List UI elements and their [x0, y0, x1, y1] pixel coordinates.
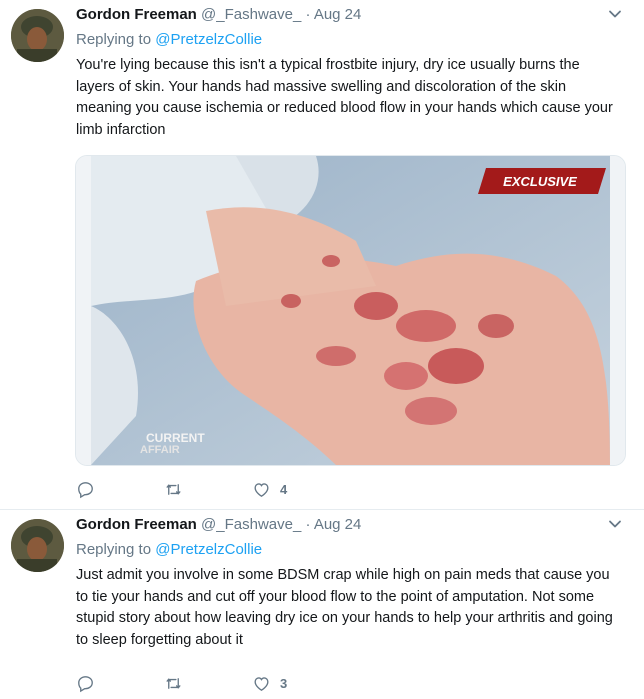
replying-prefix: Replying to — [76, 541, 152, 558]
like-icon — [254, 482, 269, 497]
mention-link[interactable]: @PretzelzCollie — [155, 541, 262, 558]
tweet-text: You're lying because this isn't a typica… — [76, 57, 613, 139]
mention-link[interactable]: @PretzelzCollie — [155, 31, 262, 48]
replying-to: Replying to @PretzelzCollie — [76, 540, 262, 560]
like-icon — [254, 676, 269, 691]
author-name[interactable]: Gordon Freeman — [76, 6, 197, 23]
author-handle[interactable]: @_Fashwave_ — [201, 6, 301, 23]
like-count: 4 — [280, 481, 288, 497]
tweet-text: Just admit you involve in some BDSM crap… — [76, 567, 613, 649]
author-name[interactable]: Gordon Freeman — [76, 516, 197, 533]
chevron-down-icon[interactable] — [608, 517, 622, 531]
tweet-header: Gordon Freeman @_Fashwave_ · Aug 24 — [76, 5, 361, 25]
author-handle[interactable]: @_Fashwave_ — [201, 516, 301, 533]
reply-button[interactable] — [76, 479, 95, 499]
reply-icon — [78, 481, 93, 498]
reply-icon — [78, 675, 93, 692]
tweet[interactable]: Gordon Freeman @_Fashwave_ · Aug 24 Repl… — [0, 510, 644, 699]
like-button[interactable]: 4 — [252, 479, 287, 499]
replying-to: Replying to @PretzelzCollie — [76, 30, 262, 50]
avatar[interactable] — [11, 9, 64, 62]
like-button[interactable]: 3 — [252, 673, 287, 693]
tweet-date[interactable]: Aug 24 — [314, 6, 362, 23]
avatar[interactable] — [11, 519, 64, 572]
retweet-button[interactable] — [164, 673, 183, 693]
tweet-date[interactable]: Aug 24 — [314, 516, 362, 533]
reply-button[interactable] — [76, 673, 95, 693]
separator: · — [305, 516, 311, 533]
media-watermark-top: CURRENT — [146, 431, 205, 445]
tweet[interactable]: Gordon Freeman @_Fashwave_ · Aug 24 Repl… — [0, 0, 644, 510]
tweet-media[interactable]: EXCLUSIVE CURRENT AFFAIR — [75, 155, 626, 466]
media-watermark-bottom: AFFAIR — [140, 444, 180, 456]
retweet-icon — [166, 677, 181, 689]
media-badge: EXCLUSIVE — [503, 174, 577, 189]
retweet-icon — [166, 483, 181, 495]
like-count: 3 — [280, 675, 288, 691]
chevron-down-icon[interactable] — [608, 7, 622, 21]
separator: · — [305, 6, 311, 23]
tweet-header: Gordon Freeman @_Fashwave_ · Aug 24 — [76, 515, 361, 535]
replying-prefix: Replying to — [76, 31, 152, 48]
retweet-button[interactable] — [164, 479, 183, 499]
